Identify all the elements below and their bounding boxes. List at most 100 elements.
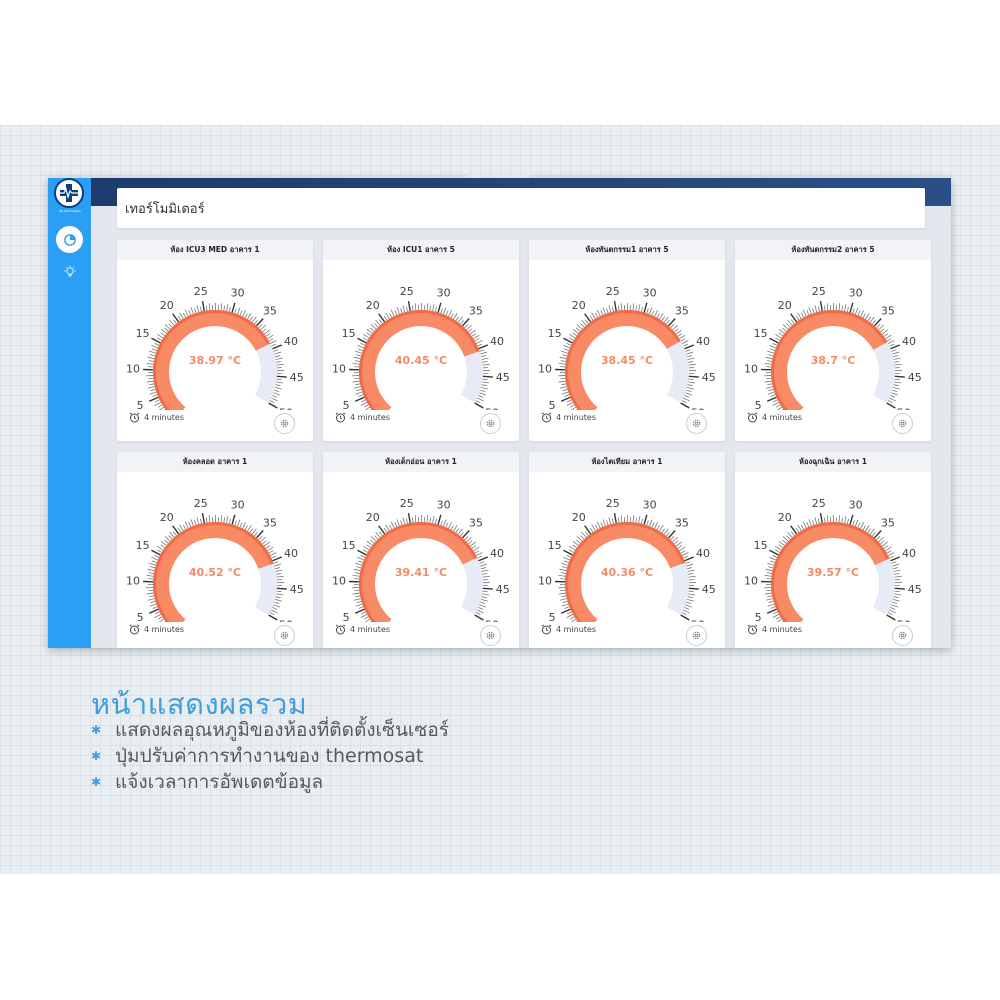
gauge-minor-tick	[480, 599, 488, 602]
gauge-minor-tick	[865, 313, 870, 320]
gauge-major-tick	[849, 302, 854, 313]
gauge-minor-tick	[589, 315, 594, 321]
gauge-minor-tick	[617, 517, 620, 523]
bulb-icon	[63, 265, 76, 276]
gauge-minor-tick	[860, 310, 865, 317]
thermostat-settings-button[interactable]	[274, 625, 295, 646]
gauge-minor-tick	[478, 395, 484, 398]
gauge-minor-tick	[679, 546, 686, 552]
hospital-logo[interactable]	[54, 178, 84, 208]
gauge-minor-tick	[390, 309, 395, 317]
gauge-minor-tick	[477, 343, 483, 347]
gauge-minor-tick	[194, 520, 197, 526]
gauge-major-tick	[461, 318, 470, 327]
gauge-minor-tick	[867, 316, 871, 321]
gauge-minor-tick	[369, 408, 372, 410]
gauge-minor-tick	[826, 303, 829, 311]
gauge-tick-label: 15	[136, 327, 150, 340]
temperature-value: 40.45 °C	[395, 354, 447, 367]
gauge-minor-tick	[481, 355, 487, 358]
gauge-minor-tick	[150, 566, 156, 569]
gauge-minor-tick	[396, 519, 400, 527]
gauge-minor-tick	[158, 618, 165, 622]
gauge-minor-tick	[589, 527, 594, 533]
gauge-minor-tick	[786, 323, 791, 328]
gauge-minor-tick	[151, 344, 158, 349]
gauge-minor-tick	[150, 600, 156, 604]
gauge-minor-tick	[885, 546, 892, 552]
alarm-clock-icon	[129, 624, 140, 635]
room-name: ห้องไตเทียม อาคาร 1	[529, 452, 725, 472]
gauge-minor-tick	[855, 519, 859, 527]
gauge-minor-tick	[158, 406, 165, 410]
gauge-minor-tick	[370, 327, 375, 332]
gauge-tick-label: 50	[485, 407, 499, 411]
gauge-minor-tick	[891, 604, 899, 608]
gauge-minor-tick	[164, 324, 171, 330]
gauge-tick-label: 35	[881, 305, 895, 318]
gauge-major-tick	[890, 556, 901, 562]
gauge-minor-tick	[768, 600, 774, 604]
gauge-minor-tick	[765, 598, 773, 601]
gauge-minor-tick	[775, 616, 781, 620]
gauge-minor-tick	[402, 517, 406, 525]
gauge-tick-label: 5	[549, 399, 556, 410]
gauge-minor-tick	[781, 408, 784, 410]
gauge-minor-tick	[457, 528, 463, 535]
gauge-major-tick	[894, 375, 905, 378]
sidebar-item-dashboard[interactable]	[56, 226, 83, 253]
gauge-minor-tick	[355, 595, 361, 598]
last-update: 4 minutes	[335, 412, 390, 423]
gauge-minor-tick	[269, 400, 275, 404]
thermostat-settings-button[interactable]	[686, 625, 707, 646]
gauge-tick-label: 15	[754, 539, 768, 552]
gauge-minor-tick	[405, 306, 408, 312]
gauge-minor-tick	[360, 342, 366, 346]
gauge-minor-tick	[363, 616, 369, 620]
gauge-minor-tick	[576, 324, 583, 330]
gauge-tick-label: 50	[691, 407, 705, 411]
sidebar-item-bulb[interactable]	[61, 263, 78, 280]
thermostat-settings-button[interactable]	[892, 413, 913, 434]
slide-background: SB Information เทอร์โมมิเตอร์ ห้อง ICU3 …	[0, 125, 1000, 874]
gauge-tick-label: 25	[194, 285, 208, 298]
gauge-minor-tick	[482, 378, 488, 381]
gauge-minor-tick	[767, 562, 775, 566]
gauge-minor-tick	[354, 572, 360, 574]
gauge-minor-tick	[886, 338, 892, 342]
gauge-minor-tick	[482, 361, 488, 363]
gauge-minor-tick	[608, 517, 612, 525]
gauge-minor-tick	[149, 383, 155, 386]
gauge-minor-tick	[453, 313, 458, 320]
thermostat-settings-button[interactable]	[480, 413, 501, 434]
gauge-minor-tick	[659, 313, 664, 320]
gauge-minor-tick	[893, 357, 901, 360]
gauge-major-tick	[819, 512, 823, 524]
gauge-minor-tick	[400, 520, 403, 526]
gauge-minor-tick	[656, 313, 660, 318]
gauge-minor-tick	[147, 386, 155, 389]
gauge-minor-tick	[894, 590, 900, 593]
thermostat-settings-button[interactable]	[686, 413, 707, 434]
gauge-minor-tick	[394, 310, 398, 316]
gauge-major-tick	[407, 300, 411, 312]
gauge-minor-tick	[481, 596, 487, 599]
gauge-tick-label: 25	[194, 497, 208, 510]
gauge-minor-tick	[894, 381, 902, 384]
thermostat-settings-button[interactable]	[892, 625, 913, 646]
gauge-minor-tick	[566, 554, 572, 558]
thermostat-settings-button[interactable]	[274, 413, 295, 434]
gauge-minor-tick	[688, 575, 696, 578]
gauge-minor-tick	[687, 569, 695, 572]
gauge-major-tick	[474, 402, 484, 409]
gauge-minor-tick	[776, 618, 783, 622]
temperature-value: 39.41 °C	[395, 566, 447, 579]
gauge-tick-label: 25	[606, 285, 620, 298]
gauge-minor-tick	[686, 351, 694, 355]
gauge-minor-tick	[273, 561, 279, 564]
gauge-major-tick	[890, 344, 901, 350]
gauge-tick-label: 45	[908, 371, 922, 384]
thermostat-settings-button[interactable]	[480, 625, 501, 646]
gauge-minor-tick	[220, 303, 223, 311]
gauge-minor-tick	[838, 515, 841, 523]
